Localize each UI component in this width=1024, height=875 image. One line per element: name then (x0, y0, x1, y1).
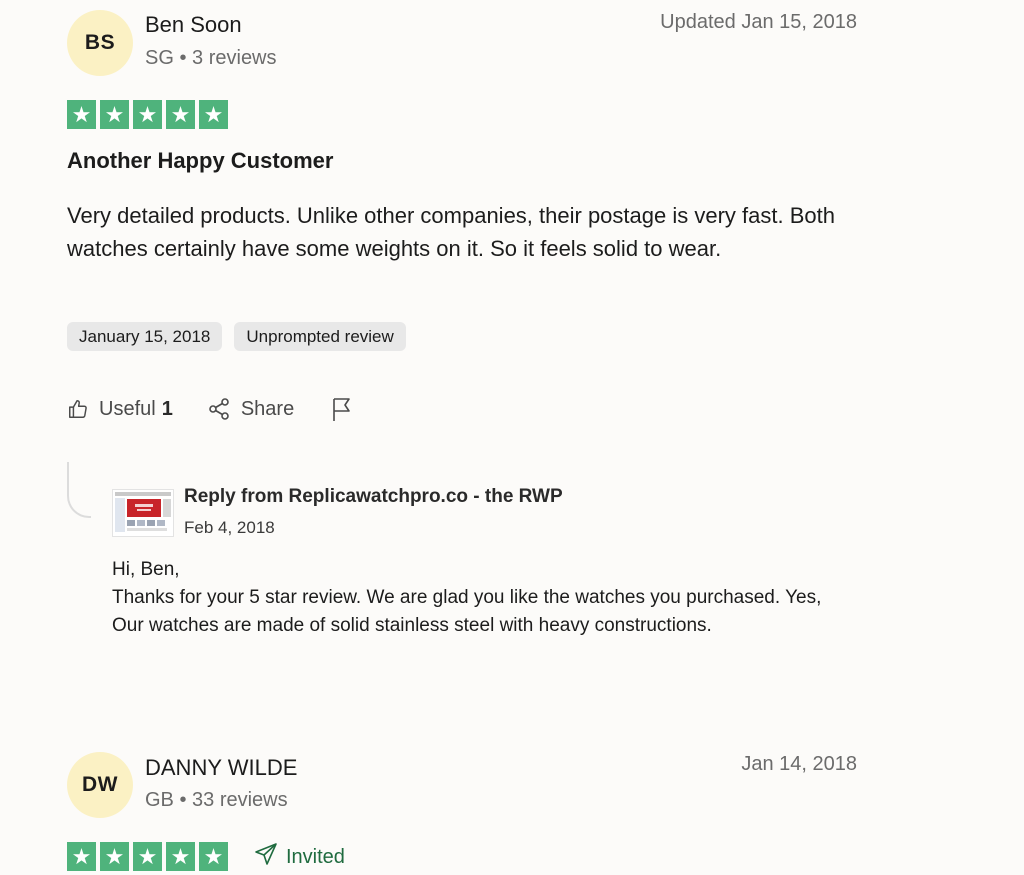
review-date: Updated Jan 15, 2018 (660, 11, 857, 33)
useful-label: Useful (99, 397, 156, 420)
avatar[interactable]: BS (67, 10, 133, 76)
review-date: Jan 14, 2018 (741, 753, 857, 775)
share-label: Share (240, 397, 295, 420)
reply-text: Thanks for your 5 star review. We are gl… (112, 587, 822, 636)
star-icon: ★ (67, 842, 96, 871)
share-icon (207, 397, 231, 421)
reply-connector (67, 462, 91, 518)
thumbs-up-icon (67, 398, 89, 420)
review-title[interactable]: Another Happy Customer (67, 148, 333, 174)
company-logo[interactable] (112, 489, 174, 537)
invited-badge[interactable]: Invited (254, 842, 345, 872)
reviewer-name[interactable]: DANNY WILDE (145, 755, 297, 781)
star-icon: ★ (67, 100, 96, 129)
reviewer-country: GB (145, 789, 174, 811)
reviewer-meta: SG • 3 reviews (145, 47, 277, 70)
star-rating: ★ ★ ★ ★ ★ (67, 100, 228, 129)
useful-count: 1 (161, 397, 173, 420)
meta-separator: • (179, 47, 193, 69)
paper-plane-icon (254, 842, 278, 872)
star-icon: ★ (133, 842, 162, 871)
report-button[interactable] (330, 396, 354, 422)
reviews-page: BS Ben Soon SG • 3 reviews Updated Jan 1… (0, 0, 1024, 875)
reply-title: Reply from Replicawatchpro.co - the RWP (184, 486, 563, 507)
reviewer-review-count: 33 reviews (192, 789, 288, 811)
review-actions: Useful 1 Share (67, 396, 354, 422)
star-icon: ★ (166, 842, 195, 871)
reviewer-name[interactable]: Ben Soon (145, 12, 242, 38)
star-icon: ★ (100, 100, 129, 129)
reply-date: Feb 4, 2018 (184, 518, 275, 537)
reply-greeting: Hi, Ben, (112, 559, 180, 580)
avatar[interactable]: DW (67, 752, 133, 818)
star-icon: ★ (100, 842, 129, 871)
star-icon: ★ (133, 100, 162, 129)
review-source-tag[interactable]: Unprompted review (234, 322, 406, 351)
flag-icon (330, 396, 354, 422)
experience-date-tag: January 15, 2018 (67, 322, 223, 351)
star-icon: ★ (166, 100, 195, 129)
reviewer-country: SG (145, 47, 174, 69)
star-icon: ★ (199, 842, 228, 871)
reviewer-review-count: 3 reviews (192, 47, 277, 69)
review-tags: January 15, 2018 Unprompted review (67, 322, 406, 351)
reviewer-meta: GB • 33 reviews (145, 789, 288, 812)
invited-label: Invited (286, 845, 345, 868)
useful-button[interactable]: Useful 1 (67, 398, 173, 421)
star-rating: ★ ★ ★ ★ ★ (67, 842, 228, 871)
share-button[interactable]: Share (207, 397, 294, 421)
meta-separator: • (179, 789, 193, 811)
review-body: Very detailed products. Unlike other com… (67, 203, 835, 261)
reply-body: Hi, Ben, Thanks for your 5 star review. … (112, 556, 852, 640)
star-icon: ★ (199, 100, 228, 129)
